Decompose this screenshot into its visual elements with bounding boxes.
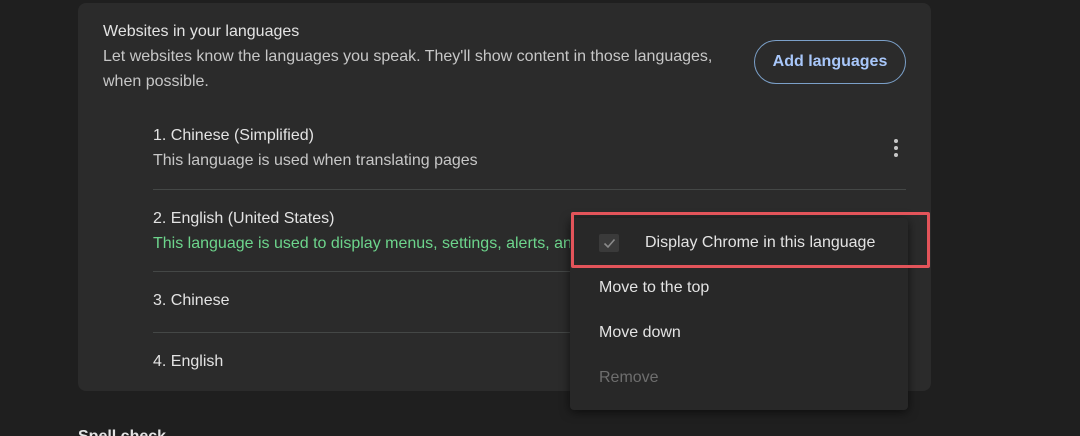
menu-item-move-to-top[interactable]: Move to the top (570, 265, 908, 310)
menu-item-display-chrome[interactable]: Display Chrome in this language (570, 220, 908, 265)
section-description: Let websites know the languages you spea… (103, 48, 713, 90)
language-subtitle: This language is used when translating p… (153, 152, 478, 169)
add-languages-button[interactable]: Add languages (754, 40, 906, 84)
menu-item-remove: Remove (570, 355, 908, 400)
language-context-menu: Display Chrome in this language Move to … (570, 218, 908, 410)
menu-item-label: Remove (599, 368, 659, 386)
language-name: 1. Chinese (Simplified) (153, 127, 314, 144)
section-header: Websites in your languages Let websites … (103, 22, 733, 94)
menu-item-label: Move down (599, 323, 681, 341)
more-vert-icon[interactable] (886, 134, 906, 162)
section-title: Websites in your languages (103, 23, 300, 40)
next-section-title: Spell check (78, 427, 166, 436)
language-row-1: 1. Chinese (Simplified) This language is… (153, 112, 906, 190)
menu-item-label: Move to the top (599, 278, 710, 296)
settings-page: Websites in your languages Let websites … (0, 0, 1080, 436)
check-icon[interactable] (599, 234, 619, 252)
menu-item-move-down[interactable]: Move down (570, 310, 908, 355)
